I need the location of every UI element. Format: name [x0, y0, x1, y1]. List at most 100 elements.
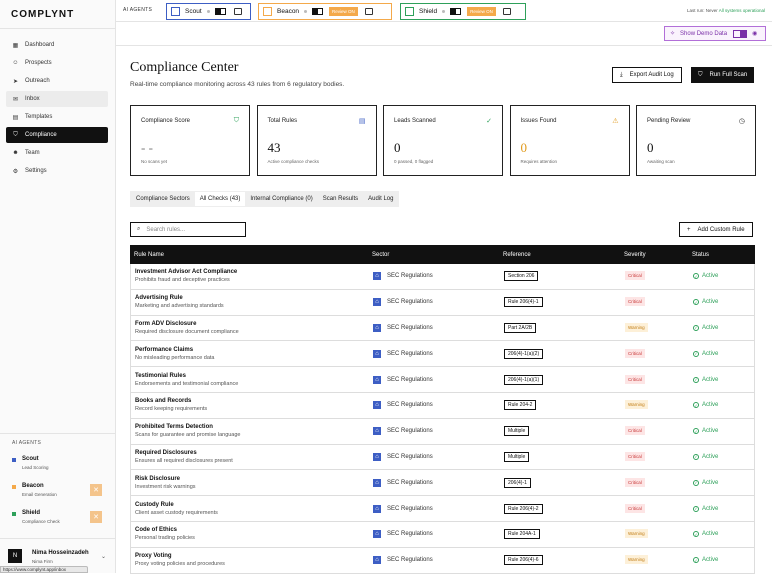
table-row[interactable]: Performance Claims No misleading performa… — [130, 341, 755, 368]
file-icon: ▤ — [12, 114, 19, 121]
rule-name: Proxy Voting — [135, 553, 172, 560]
chat-icon[interactable] — [233, 8, 242, 15]
demo-row: ✧ Show Demo Data ◉ — [116, 22, 772, 46]
severity-badge: Critical — [625, 297, 645, 307]
sidebar-item-label: Inbox — [25, 96, 40, 102]
severity-badge: Critical — [625, 348, 645, 358]
tab-audit-log[interactable]: Audit Log — [363, 192, 398, 206]
bank-icon: ⌂ — [373, 452, 381, 461]
agents-section-title: AI AGENTS — [12, 440, 42, 446]
check-circle-icon: ✓ — [693, 453, 699, 460]
rule-description: Required disclosure document compliance — [135, 328, 239, 335]
sidebar-agent-beacon[interactable]: Beacon Email Generation ✕ — [12, 483, 104, 503]
review-badge[interactable]: Review ON — [467, 7, 496, 16]
table-row[interactable]: Code of Ethics Personal trading policies ⌂… — [130, 521, 755, 548]
rule-description: Record keeping requirements — [135, 406, 208, 413]
table-row[interactable]: Required Disclosures Ensures all required… — [130, 444, 755, 471]
eye-icon[interactable]: ◉ — [752, 30, 757, 37]
tab-internal-compliance[interactable]: Internal Compliance (0) — [245, 192, 317, 206]
user-menu[interactable]: N Nima Hosseinzadeh Nima Firm ⌄ — [8, 547, 112, 567]
agent-pill-scout[interactable]: Scout — [166, 3, 251, 20]
tab-all-checks[interactable]: All Checks (43) — [194, 192, 246, 206]
status-dot — [442, 10, 446, 13]
tab-scan-results[interactable]: Scan Results — [318, 192, 363, 206]
column-header[interactable]: Severity — [624, 252, 692, 258]
sector-name: SEC Regulations — [387, 350, 433, 357]
document-icon: ▤ — [358, 118, 366, 125]
table-row[interactable]: Testimonial Rules Endorsements and testim… — [130, 367, 755, 393]
rule-name: Custody Rule — [135, 501, 174, 508]
card-sub: 0 passed, 0 flagged — [394, 159, 434, 164]
chevron-down-icon[interactable]: ⌄ — [101, 553, 106, 560]
show-demo-data-toggle[interactable]: ✧ Show Demo Data ◉ — [664, 26, 766, 41]
export-audit-log-button[interactable]: ⤓ Export Audit Log — [612, 67, 682, 83]
agent-toggle[interactable] — [312, 8, 324, 15]
agent-pill-beacon[interactable]: Beacon Review ON — [258, 3, 392, 20]
shield-icon: ⛉ — [13, 131, 18, 138]
top-agents-label: AI AGENTS — [123, 7, 153, 13]
app-logo[interactable]: COMPLYNT — [11, 9, 74, 20]
rules-table: Rule Name Sector Reference Severity Stat… — [130, 245, 755, 574]
agent-pill-shield[interactable]: Shield Review ON — [400, 3, 526, 20]
check-circle-icon: ✓ — [486, 118, 492, 125]
column-header[interactable]: Reference — [503, 252, 624, 258]
stat-card-total-rules: Total Rules ▤ 43 Active compliance checks — [256, 105, 377, 176]
severity-badge: Critical — [625, 271, 645, 281]
severity-badge: Critical — [625, 451, 645, 461]
sidebar-agent-scout[interactable]: Scout Lead Scoring — [12, 456, 104, 476]
chat-icon[interactable] — [364, 8, 373, 15]
chat-icon[interactable] — [502, 8, 511, 15]
tab-compliance-sectors[interactable]: Compliance Sectors — [131, 192, 195, 206]
page-subtitle: Real-time compliance monitoring across 4… — [130, 81, 345, 88]
scan-label: Run Full Scan — [709, 72, 748, 78]
status-text: Active — [702, 402, 719, 409]
sidebar-item-templates[interactable]: ▤ Templates — [6, 109, 108, 125]
card-sub: Active compliance checks — [267, 159, 320, 164]
last-run-text: Last run: Never — [686, 8, 718, 13]
sidebar-agent-shield[interactable]: Shield Compliance Check ✕ — [12, 510, 104, 530]
agent-name: Shield — [22, 510, 41, 516]
table-row[interactable]: Proxy Voting Proxy voting policies and pr… — [130, 547, 755, 574]
sidebar-item-label: Compliance — [25, 132, 57, 138]
rule-name: Investment Advisor Act Compliance — [135, 269, 238, 276]
table-row[interactable]: Prohibited Terms Detection Scans for guar… — [130, 418, 755, 445]
rule-name: Risk Disclosure — [135, 475, 181, 482]
agent-toggle[interactable] — [214, 8, 226, 15]
stat-card-issues-found: Issues Found ⚠ 0 Requires attention — [509, 105, 630, 176]
review-badge[interactable]: Review ON — [329, 7, 358, 16]
toggle-switch[interactable] — [733, 29, 748, 38]
table-row[interactable]: Books and Records Record keeping requirem… — [130, 392, 755, 419]
send-icon: ➤ — [12, 78, 19, 85]
bank-icon: ⌂ — [373, 272, 381, 281]
table-row[interactable]: Advertising Rule Marketing and advertisin… — [130, 289, 755, 316]
table-row[interactable]: Form ADV Disclosure Required disclosure d… — [130, 315, 755, 342]
search-rules-input[interactable]: ⌕ Search rules... — [130, 222, 246, 237]
table-row[interactable]: Custody Rule Client asset custody require… — [130, 496, 755, 522]
sector-name: SEC Regulations — [387, 531, 433, 538]
sidebar-item-inbox[interactable]: ✉ Inbox — [6, 91, 108, 107]
sidebar-item-outreach[interactable]: ➤ Outreach — [6, 73, 108, 89]
add-custom-rule-button[interactable]: + Add Custom Rule — [679, 222, 753, 237]
sidebar-item-prospects[interactable]: ☺ Prospects — [6, 55, 108, 71]
sidebar-item-compliance[interactable]: ⛉ Compliance — [6, 127, 108, 143]
inbox-icon: ✉ — [12, 96, 19, 103]
column-header[interactable]: Status — [692, 252, 755, 258]
severity-badge: Warning — [625, 555, 648, 565]
rule-description: Client asset custody requirements — [135, 509, 218, 516]
page-title: Compliance Center — [130, 60, 239, 75]
run-full-scan-button[interactable]: ⛉ Run Full Scan — [691, 67, 755, 83]
sector-name: SEC Regulations — [387, 557, 433, 564]
column-header[interactable]: Sector — [372, 252, 503, 258]
severity-badge: Warning — [625, 322, 648, 332]
column-header[interactable]: Rule Name — [130, 252, 372, 258]
rule-name: Form ADV Disclosure — [135, 320, 197, 327]
sidebar-item-dashboard[interactable]: ▦ Dashboard — [6, 37, 108, 53]
last-run-status: Last run: Never All systems operational — [687, 8, 765, 13]
table-row[interactable]: Investment Advisor Act Compliance Prohibi… — [130, 264, 755, 290]
table-row[interactable]: Risk Disclosure Investment risk warnings ⌂… — [130, 470, 755, 497]
agent-toggle[interactable] — [450, 8, 462, 15]
agent-role: Compliance Check — [22, 519, 60, 524]
sidebar-item-settings[interactable]: ⚙ Settings — [6, 163, 108, 179]
card-value: 0 — [394, 140, 401, 155]
sidebar-item-team[interactable]: ☻ Team — [6, 145, 108, 161]
